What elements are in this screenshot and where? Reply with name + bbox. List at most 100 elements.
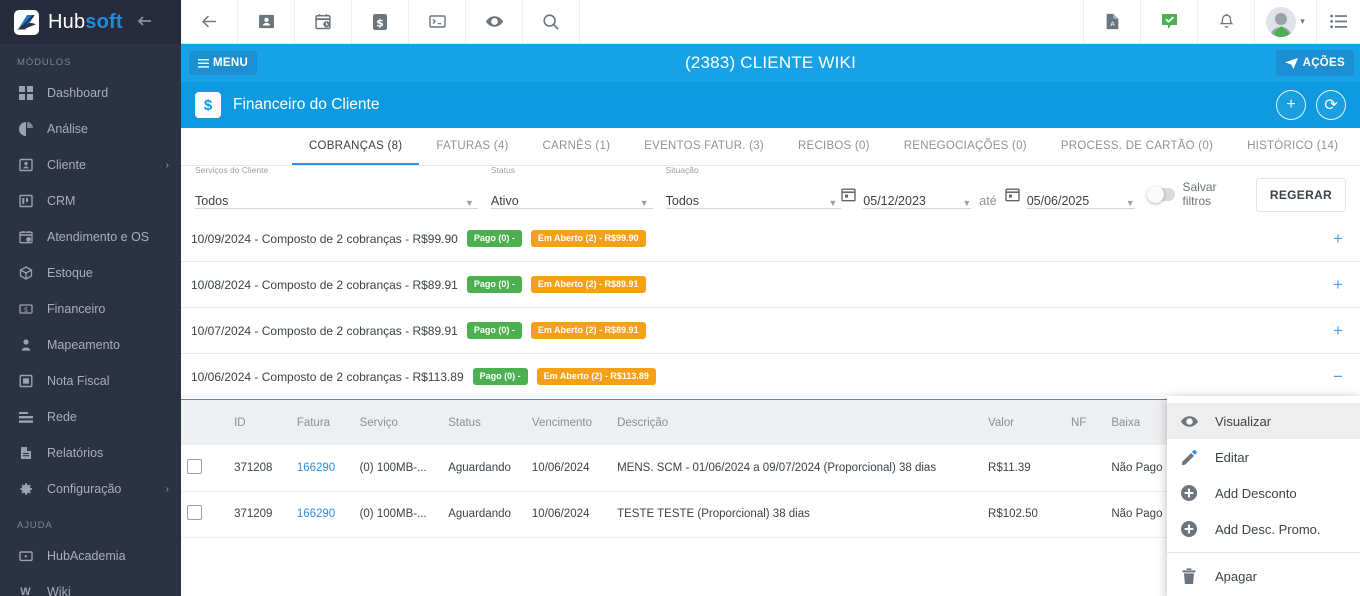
context-menu-item-add-desc-promo[interactable]: Add Desc. Promo. bbox=[1167, 511, 1360, 547]
row-checkbox-cell[interactable] bbox=[181, 445, 229, 492]
sidebar: Hubsoft MÓDULOS Dashboard Análise Client… bbox=[0, 0, 181, 596]
cell-servico: (0) 100MB-... bbox=[353, 445, 443, 492]
cell-id: 371208 bbox=[228, 445, 291, 492]
gear-icon bbox=[17, 481, 34, 498]
tab-faturas[interactable]: FATURAS (4) bbox=[419, 128, 525, 165]
regerar-button[interactable]: REGERAR bbox=[1255, 178, 1346, 212]
status-badge-em-aberto: Em Aberto (2) - R$99.90 bbox=[530, 230, 646, 247]
hubsoft-logo-icon bbox=[14, 9, 39, 35]
salvar-filtros-toggle[interactable] bbox=[1146, 185, 1176, 203]
tab-renegociacoes[interactable]: RENEGOCIAÇÕES (0) bbox=[887, 128, 1044, 165]
contact-card-icon[interactable] bbox=[238, 0, 295, 43]
search-icon[interactable] bbox=[523, 0, 580, 43]
context-menu-item-add-desconto[interactable]: Add Desconto bbox=[1167, 475, 1360, 511]
eye-icon bbox=[1179, 412, 1199, 431]
eye-icon[interactable] bbox=[466, 0, 523, 43]
context-menu-item-visualizar[interactable]: Visualizar bbox=[1167, 403, 1360, 439]
bell-icon[interactable] bbox=[1197, 0, 1254, 43]
salvar-filtros-toggle-group[interactable]: Salvar filtros bbox=[1146, 180, 1246, 208]
row-checkbox[interactable] bbox=[187, 505, 202, 520]
back-arrow-icon[interactable] bbox=[181, 0, 238, 43]
sidebar-item-estoque[interactable]: Estoque bbox=[0, 255, 181, 291]
calendar-icon[interactable] bbox=[1004, 187, 1020, 207]
charge-row[interactable]: 10/09/2024 - Composto de 2 cobranças - R… bbox=[181, 216, 1360, 262]
sidebar-item-rede[interactable]: Rede bbox=[0, 399, 181, 435]
date-from-text: 05/12/2023 bbox=[863, 194, 926, 208]
cell-servico: (0) 100MB-... bbox=[353, 491, 443, 538]
status-badge-em-aberto: Em Aberto (2) - R$113.89 bbox=[536, 368, 656, 385]
date-to-value[interactable]: 05/06/2025 ▼ bbox=[1026, 187, 1135, 209]
refresh-button[interactable]: ⟳ bbox=[1316, 90, 1346, 120]
sidebar-item-analise[interactable]: Análise bbox=[0, 111, 181, 147]
date-from-value[interactable]: 05/12/2023 ▼ bbox=[863, 187, 972, 209]
expand-toggle-icon[interactable]: + bbox=[1330, 322, 1346, 339]
filter-servicos-do-cliente[interactable]: Serviços do Cliente Todos ▼ bbox=[195, 165, 478, 209]
expand-toggle-icon[interactable]: + bbox=[1330, 230, 1346, 247]
sidebar-item-label: Mapeamento bbox=[47, 338, 120, 352]
context-menu-item-editar[interactable]: Editar bbox=[1167, 439, 1360, 475]
sidebar-item-financeiro[interactable]: $ Financeiro bbox=[0, 291, 181, 327]
tab-recibos[interactable]: RECIBOS (0) bbox=[781, 128, 887, 165]
status-select[interactable]: Ativo ▼ bbox=[490, 187, 653, 209]
column-baixa: Baixa bbox=[1105, 400, 1177, 445]
sidebar-item-label: Configuração bbox=[47, 482, 122, 496]
date-from-field[interactable]: 05/12/2023 ▼ bbox=[841, 187, 972, 209]
tab-process-de-cartao[interactable]: PROCESS. DE CARTÃO (0) bbox=[1044, 128, 1230, 165]
sidebar-section-help: AJUDA bbox=[17, 520, 53, 531]
column-valor: Valor bbox=[982, 400, 1065, 445]
status-badge-pago: Pago (0) - bbox=[466, 230, 522, 247]
fatura-link[interactable]: 166290 bbox=[297, 462, 335, 474]
acoes-button[interactable]: AÇÕES bbox=[1275, 50, 1354, 76]
row-checkbox[interactable] bbox=[187, 458, 202, 474]
dollar-box-icon[interactable]: $ bbox=[352, 0, 409, 43]
collapse-toggle-icon[interactable]: − bbox=[1330, 368, 1346, 385]
tab-cobrancas[interactable]: COBRANÇAS (8) bbox=[292, 128, 420, 165]
sidebar-item-crm[interactable]: CRM bbox=[0, 183, 181, 219]
sidebar-collapse-icon[interactable] bbox=[137, 14, 152, 31]
situacao-select[interactable]: Todos ▼ bbox=[665, 187, 842, 209]
avatar-menu[interactable]: ▾ bbox=[1254, 0, 1316, 43]
charge-row[interactable]: 10/07/2024 - Composto de 2 cobranças - R… bbox=[181, 308, 1360, 354]
context-menu-item-apagar[interactable]: Apagar bbox=[1167, 558, 1360, 594]
date-to-field[interactable]: 05/06/2025 ▼ bbox=[1004, 187, 1135, 209]
charge-row[interactable]: 10/08/2024 - Composto de 2 cobranças - R… bbox=[181, 262, 1360, 308]
filter-situacao[interactable]: Situação Todos ▼ bbox=[665, 165, 842, 209]
calendar-clock-icon[interactable] bbox=[295, 0, 352, 43]
sidebar-item-dashboard[interactable]: Dashboard bbox=[0, 75, 181, 111]
sidebar-item-atendimento-e-os[interactable]: Atendimento e OS bbox=[0, 219, 181, 255]
tab-eventos-fatur[interactable]: EVENTOS FATUR. (3) bbox=[627, 128, 781, 165]
servicos-select[interactable]: Todos ▼ bbox=[195, 187, 478, 209]
cell-fatura[interactable]: 166290 bbox=[290, 491, 354, 538]
calendar-icon[interactable] bbox=[841, 187, 856, 207]
filter-servicos-label: Serviços do Cliente bbox=[195, 165, 269, 175]
chevron-down-icon: ▼ bbox=[1125, 198, 1135, 208]
sidebar-item-label: Rede bbox=[47, 410, 77, 424]
charge-row[interactable]: 10/06/2024 - Composto de 2 cobranças - R… bbox=[181, 354, 1360, 400]
expand-toggle-icon[interactable]: + bbox=[1330, 276, 1346, 293]
sidebar-item-nota-fiscal[interactable]: Nota Fiscal bbox=[0, 363, 181, 399]
sidebar-item-cliente[interactable]: Cliente › bbox=[0, 147, 181, 183]
sidebar-item-configuracao[interactable]: Configuração › bbox=[0, 471, 181, 507]
trash-icon bbox=[1179, 567, 1199, 585]
hamburger-icon bbox=[198, 58, 209, 68]
sidebar-item-hubacademia[interactable]: HubAcademia bbox=[0, 538, 181, 574]
tab-carnes[interactable]: CARNÊS (1) bbox=[526, 128, 628, 165]
fatura-link[interactable]: 166290 bbox=[297, 508, 335, 520]
sidebar-item-wiki[interactable]: W Wiki bbox=[0, 574, 181, 596]
row-checkbox-cell[interactable] bbox=[181, 491, 229, 538]
sidebar-item-label: Atendimento e OS bbox=[47, 230, 150, 244]
brand-header[interactable]: Hubsoft bbox=[0, 0, 181, 44]
cell-fatura[interactable]: 166290 bbox=[290, 445, 354, 492]
check-chat-icon[interactable] bbox=[1140, 0, 1197, 43]
sidebar-item-relatorios[interactable]: Relatórios bbox=[0, 435, 181, 471]
filter-status[interactable]: Status Ativo ▼ bbox=[490, 165, 653, 209]
terminal-icon[interactable] bbox=[409, 0, 466, 43]
sidebar-item-mapeamento[interactable]: Mapeamento bbox=[0, 327, 181, 363]
list-menu-icon[interactable] bbox=[1316, 0, 1360, 43]
grid-icon bbox=[17, 85, 34, 102]
chevron-right-icon: › bbox=[165, 159, 169, 171]
menu-button[interactable]: MENU bbox=[189, 51, 258, 75]
tab-historico[interactable]: HISTÓRICO (14) bbox=[1230, 128, 1355, 165]
pdf-file-icon[interactable]: A bbox=[1083, 0, 1140, 43]
add-button[interactable]: + bbox=[1276, 90, 1306, 120]
